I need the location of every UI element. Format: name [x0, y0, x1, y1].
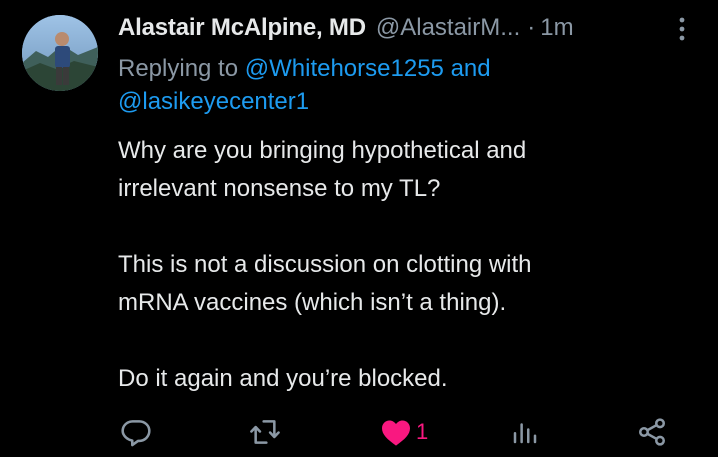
author-handle[interactable]: @AlastairM...	[376, 14, 520, 42]
reply-mention-lasikeyecenter[interactable]: @lasikeyecenter1	[118, 88, 309, 115]
reply-context: Replying to @Whitehorse1255 and @lasikey…	[118, 52, 678, 118]
heart-filled-icon	[382, 420, 410, 446]
tweet-actions: 1	[0, 412, 718, 452]
avatar[interactable]	[22, 15, 98, 91]
reply-prefix: Replying to	[118, 55, 239, 82]
retweet-icon	[250, 420, 280, 444]
reply-conjunction[interactable]: and	[451, 55, 491, 82]
avatar-photo	[22, 15, 98, 91]
separator-dot: ·	[527, 14, 536, 41]
tweet[interactable]: Alastair McAlpine, MD @AlastairM... · 1m…	[0, 0, 718, 457]
timestamp[interactable]: 1m	[540, 14, 573, 42]
tweet-text-line: Do it again and you’re blocked.	[118, 365, 448, 392]
views-icon	[513, 423, 537, 444]
like-button[interactable]: 1	[380, 412, 428, 452]
tweet-text-line: mRNA vaccines (which isn’t a thing).	[118, 289, 507, 316]
tweet-header: Alastair McAlpine, MD @AlastairM... · 1m	[118, 12, 574, 44]
views-button[interactable]	[510, 412, 540, 452]
author-name[interactable]: Alastair McAlpine, MD	[118, 14, 366, 42]
more-options-icon[interactable]	[670, 14, 694, 44]
share-button[interactable]	[636, 412, 668, 452]
share-icon	[639, 418, 665, 446]
reply-mention-whitehorse[interactable]: @Whitehorse1255	[245, 55, 444, 82]
tweet-text-line: irrelevant nonsense to my TL?	[118, 175, 441, 202]
like-count: 1	[416, 419, 429, 444]
tweet-text-line: Why are you bringing hypothetical and	[118, 137, 527, 164]
retweet-button[interactable]	[248, 412, 282, 452]
reply-button[interactable]	[120, 412, 152, 452]
tweet-text-line: This is not a discussion on clotting wit…	[118, 251, 532, 278]
tweet-text: Why are you bringing hypothetical and ir…	[118, 132, 698, 398]
reply-icon	[121, 420, 151, 447]
